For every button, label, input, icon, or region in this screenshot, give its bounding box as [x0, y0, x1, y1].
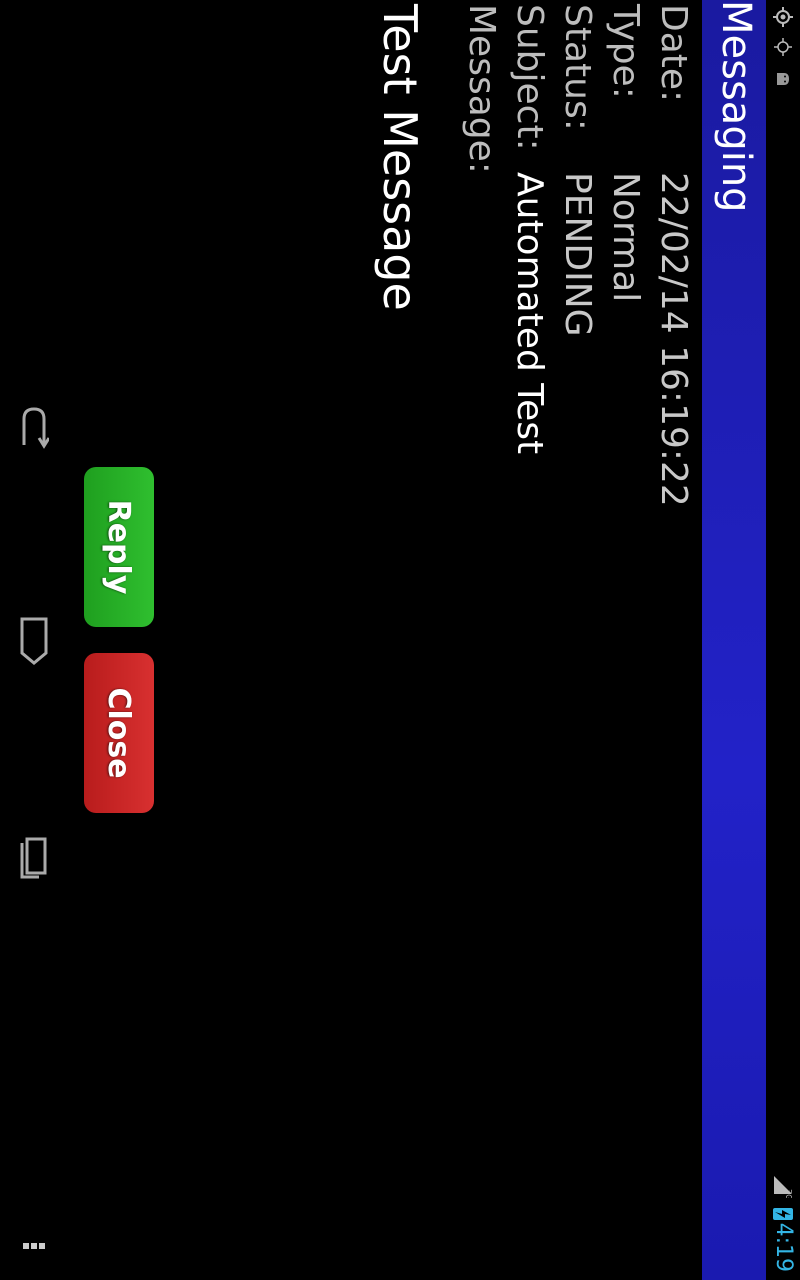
message-body: Test Message	[373, 4, 427, 311]
field-label-date: Date:	[653, 4, 694, 103]
back-button[interactable]	[10, 398, 54, 462]
navigation-bar	[0, 0, 64, 1280]
field-label-type: Type:	[605, 4, 646, 99]
overflow-menu-button[interactable]	[10, 1214, 54, 1278]
home-icon	[15, 615, 49, 665]
reply-button[interactable]: Reply	[84, 467, 154, 627]
field-value-type: Normal	[605, 172, 646, 303]
recent-apps-button[interactable]	[10, 826, 54, 890]
battery-charging-icon	[773, 1208, 793, 1220]
back-icon	[15, 405, 51, 455]
android-icon	[772, 68, 794, 90]
recent-apps-icon	[15, 833, 49, 883]
rotated-app-canvas: 3G 4:19 Messaging Date: 22/02/14 16:19:2…	[0, 0, 800, 1280]
field-value-date: 22/02/14 16:19:22	[653, 172, 694, 507]
field-label-subject: Subject:	[509, 4, 550, 151]
close-button[interactable]: Close	[84, 653, 154, 813]
title-bar: Messaging	[702, 0, 766, 1280]
location-icon	[772, 6, 794, 28]
signal-icon: 3G	[772, 1174, 794, 1200]
home-button[interactable]	[10, 608, 54, 672]
status-time: 4:19	[771, 1222, 796, 1272]
overflow-menu-icon	[15, 1231, 49, 1261]
gps-icon	[772, 36, 794, 58]
field-label-message: Message:	[461, 4, 502, 174]
field-value-status: PENDING	[557, 172, 598, 337]
app-title: Messaging	[713, 0, 759, 213]
field-value-subject: Automated Test	[509, 172, 550, 455]
device-screen: 3G 4:19 Messaging Date: 22/02/14 16:19:2…	[0, 0, 800, 1280]
svg-text:3G: 3G	[784, 1189, 793, 1198]
status-bar: 3G 4:19	[766, 0, 800, 1280]
field-label-status: Status:	[557, 4, 598, 131]
